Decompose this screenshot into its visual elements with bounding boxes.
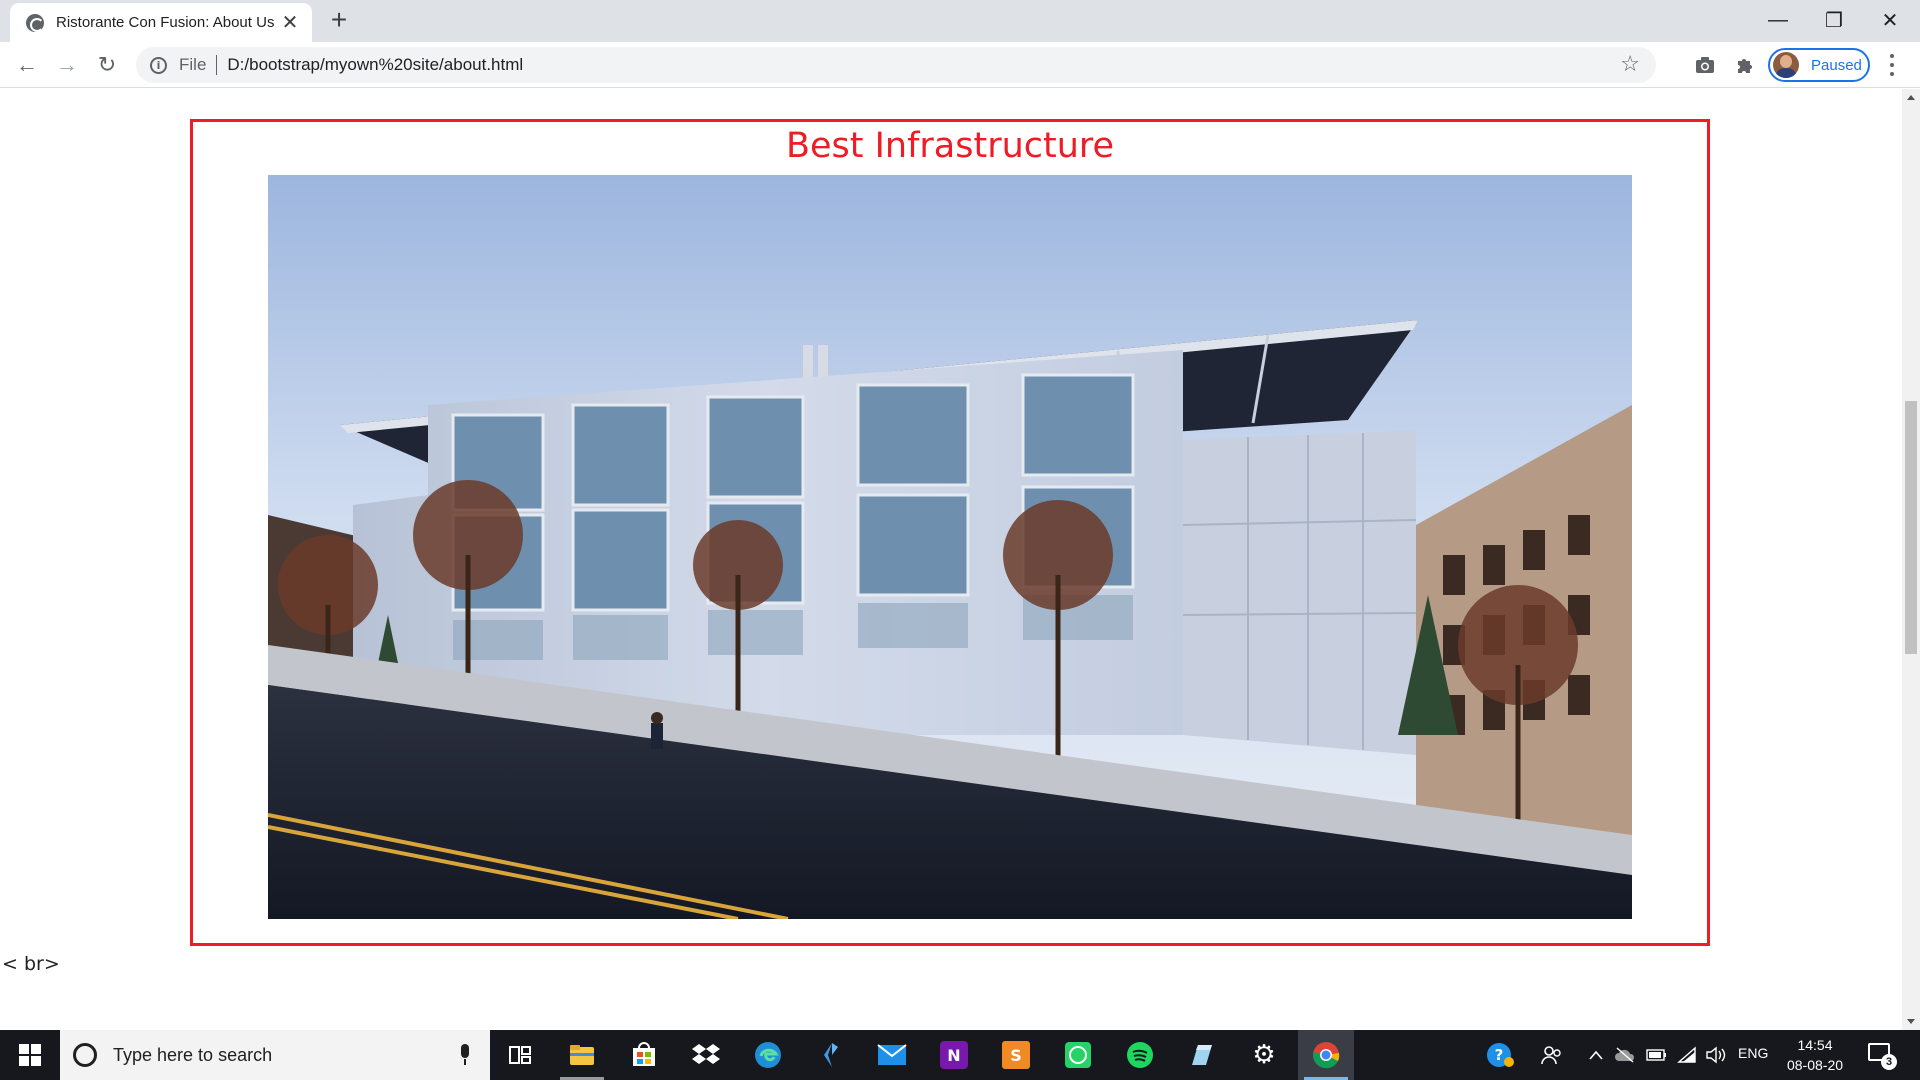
tab-strip: Ristorante Con Fusion: About Us ✕ + — ❐ … xyxy=(0,0,1920,42)
reload-button[interactable]: ↻ xyxy=(92,50,122,80)
clock[interactable]: 14:54 08-08-20 xyxy=(1782,1035,1848,1075)
url-text[interactable]: D:/bootstrap/myown%20site/about.html xyxy=(227,55,523,75)
scroll-up-arrow-icon[interactable] xyxy=(1907,95,1915,100)
scroll-down-arrow-icon[interactable] xyxy=(1907,1019,1915,1024)
back-button[interactable]: ← xyxy=(12,50,42,80)
spotify-button[interactable] xyxy=(1112,1030,1168,1080)
windows-taskbar: Type here to search N S ⚙ ? ENG 14:54 08… xyxy=(0,1030,1920,1080)
visual-studio-button[interactable] xyxy=(802,1030,858,1080)
microphone-icon[interactable] xyxy=(458,1044,472,1066)
page-scrollbar[interactable] xyxy=(1902,89,1920,1030)
sublime-text-icon: S xyxy=(1002,1041,1030,1069)
start-button[interactable] xyxy=(0,1030,60,1080)
cortana-icon xyxy=(73,1043,97,1067)
building-illustration xyxy=(268,175,1632,919)
help-icon[interactable]: ? xyxy=(1486,1043,1514,1067)
tab-title: Ristorante Con Fusion: About Us xyxy=(56,14,275,31)
notes-button[interactable] xyxy=(1174,1030,1230,1080)
microsoft-store-button[interactable] xyxy=(616,1030,672,1080)
sublime-text-button[interactable]: S xyxy=(988,1030,1044,1080)
store-icon xyxy=(633,1042,655,1066)
stray-br-text: < br> xyxy=(2,953,60,975)
file-explorer-button[interactable] xyxy=(554,1030,610,1080)
browser-toolbar: ← → ↻ i File D:/bootstrap/myown%20site/a… xyxy=(0,42,1920,88)
mail-icon xyxy=(877,1044,907,1065)
chrome-button[interactable] xyxy=(1298,1030,1354,1080)
onenote-icon: N xyxy=(940,1041,968,1069)
wifi-icon[interactable] xyxy=(1676,1043,1698,1067)
clock-date: 08-08-20 xyxy=(1786,1057,1844,1073)
chrome-icon xyxy=(1313,1042,1340,1069)
avatar xyxy=(1773,52,1799,78)
close-window-button[interactable]: ✕ xyxy=(1862,0,1918,40)
task-view-button[interactable] xyxy=(492,1030,548,1080)
language-indicator[interactable]: ENG xyxy=(1738,1045,1768,1061)
browser-menu-icon[interactable] xyxy=(1886,52,1898,78)
page-viewport: Best Infrastructure < br> xyxy=(0,89,1902,1030)
address-bar[interactable]: i File D:/bootstrap/myown%20site/about.h… xyxy=(136,47,1656,83)
restore-button[interactable]: ❐ xyxy=(1806,0,1862,40)
forward-button[interactable]: → xyxy=(52,50,82,80)
chevron-up-icon[interactable] xyxy=(1586,1043,1606,1067)
windows-logo-icon xyxy=(19,1044,41,1066)
notification-count-badge: 3 xyxy=(1881,1054,1897,1070)
infrastructure-card: Best Infrastructure xyxy=(190,119,1710,946)
battery-icon[interactable] xyxy=(1646,1043,1668,1067)
whatsapp-icon xyxy=(1065,1042,1091,1068)
profile-status: Paused xyxy=(1811,56,1862,74)
settings-button[interactable]: ⚙ xyxy=(1236,1030,1292,1080)
edge-icon xyxy=(755,1042,781,1068)
taskbar-search[interactable]: Type here to search xyxy=(60,1030,490,1080)
action-center-button[interactable]: 3 xyxy=(1868,1041,1897,1070)
close-tab-icon[interactable]: ✕ xyxy=(280,13,300,33)
scheme-label: File xyxy=(179,55,207,74)
section-title: Best Infrastructure xyxy=(785,126,1115,166)
profile-button[interactable]: Paused xyxy=(1768,48,1870,82)
info-icon[interactable]: i xyxy=(150,56,167,74)
notes-icon xyxy=(1192,1045,1212,1065)
building-photo xyxy=(268,175,1632,919)
dropbox-icon xyxy=(692,1044,720,1064)
bookmark-star-icon[interactable]: ☆ xyxy=(1620,51,1640,77)
extensions-puzzle-icon[interactable] xyxy=(1732,52,1758,78)
globe-icon xyxy=(26,13,44,32)
svg-text:?: ? xyxy=(1495,1046,1504,1064)
search-placeholder: Type here to search xyxy=(113,1044,273,1065)
omnibox-separator xyxy=(216,55,218,75)
clock-time: 14:54 xyxy=(1797,1037,1833,1053)
settings-gear-icon: ⚙ xyxy=(1252,1040,1276,1070)
camera-icon[interactable] xyxy=(1692,52,1718,78)
scroll-thumb[interactable] xyxy=(1905,401,1917,654)
cloud-offline-icon[interactable] xyxy=(1614,1043,1636,1067)
dropbox-button[interactable] xyxy=(678,1030,734,1080)
visual-studio-icon xyxy=(824,1043,838,1067)
mail-button[interactable] xyxy=(864,1030,920,1080)
onenote-button[interactable]: N xyxy=(926,1030,982,1080)
new-tab-button[interactable]: + xyxy=(324,6,354,36)
volume-icon[interactable] xyxy=(1704,1043,1728,1067)
minimize-button[interactable]: — xyxy=(1750,0,1806,40)
edge-button[interactable] xyxy=(740,1030,796,1080)
spotify-icon xyxy=(1127,1042,1153,1068)
folder-icon xyxy=(570,1045,594,1065)
people-icon[interactable] xyxy=(1540,1043,1564,1067)
whatsapp-button[interactable] xyxy=(1050,1030,1106,1080)
task-view-icon xyxy=(509,1046,531,1064)
browser-tab-active[interactable]: Ristorante Con Fusion: About Us ✕ xyxy=(10,3,312,42)
